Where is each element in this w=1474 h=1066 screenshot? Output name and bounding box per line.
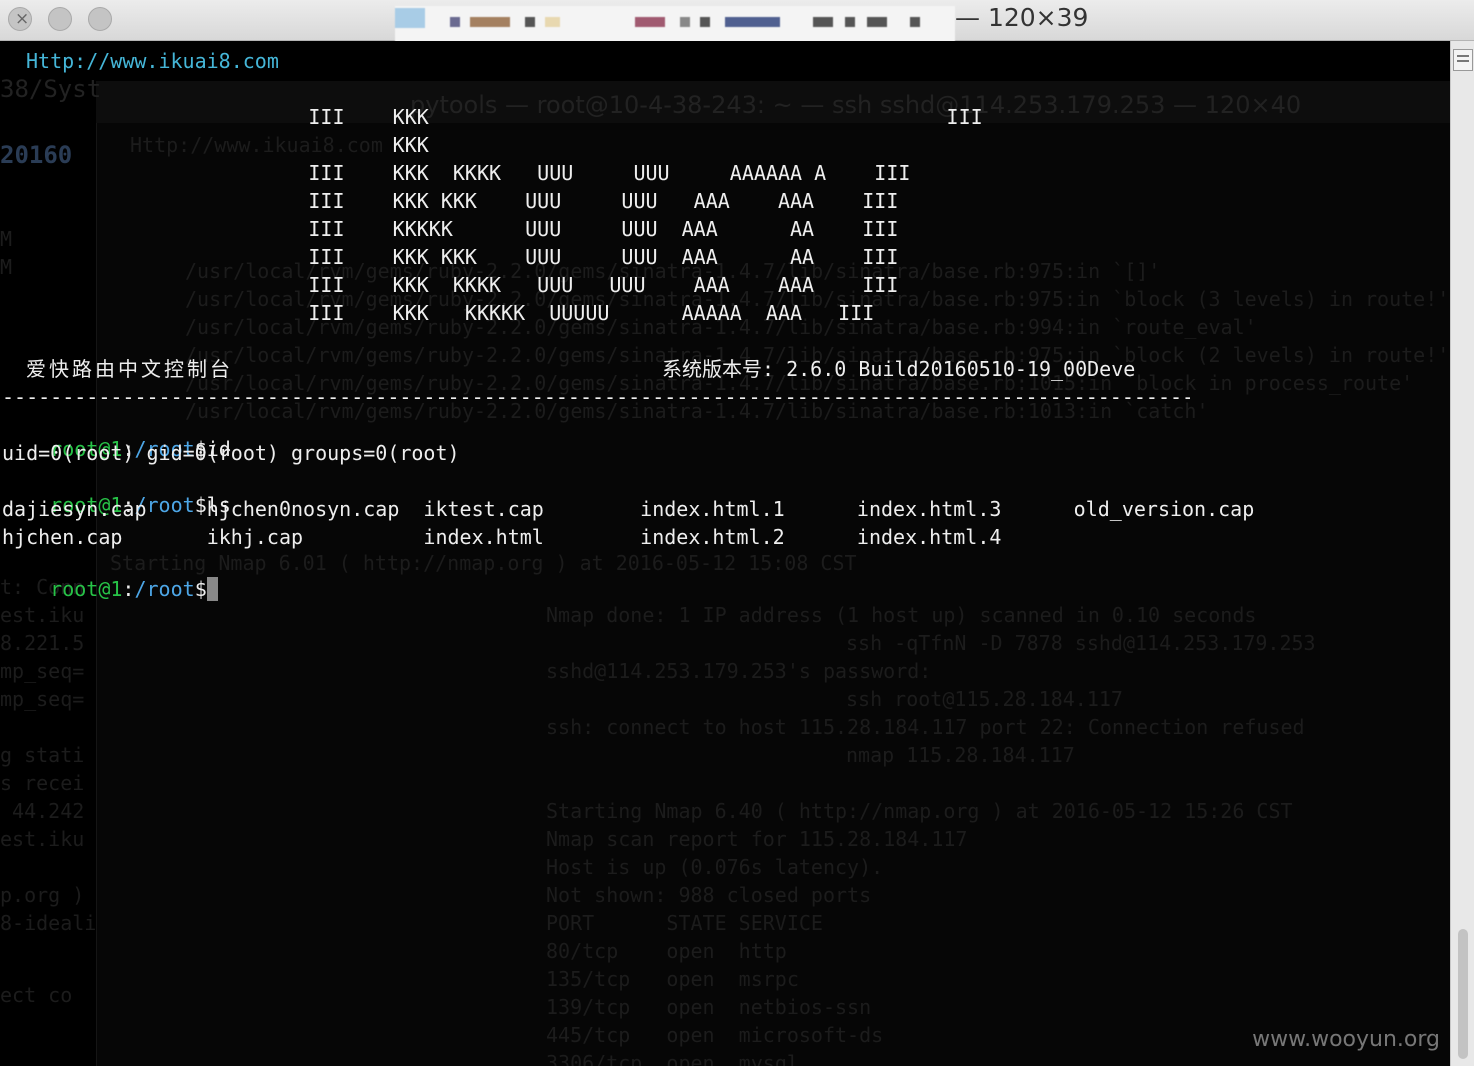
separator-line: ----------------------------------------…	[2, 385, 1190, 409]
window-title: — 120×39	[955, 3, 1089, 32]
close-icon[interactable]	[8, 7, 32, 31]
ls-output-row: dajiesyn.cap hjchen0nosyn.cap iktest.cap…	[2, 497, 1255, 521]
prompt-user: root@1	[50, 577, 123, 601]
console-name: 爱快路由中文控制台	[26, 357, 233, 381]
ascii-banner-line: III KKK KKKKK UUUUU AAAAA AAA III	[200, 301, 875, 325]
ls-output-row: hjchen.cap ikhj.cap index.html index.htm…	[2, 525, 1002, 549]
terminal-viewport[interactable]: pytools — root@10-4-38-243: ~ — ssh sshd…	[0, 41, 1450, 1066]
scroll-menu-icon[interactable]	[1453, 49, 1473, 71]
ascii-banner-line: III KKKKK UUU UUU AAA AA III	[200, 217, 899, 241]
ascii-banner-line: III KKK III	[200, 105, 983, 129]
vertical-scrollbar[interactable]	[1450, 41, 1474, 1066]
folder-icon	[395, 8, 425, 28]
zoom-icon[interactable]	[88, 7, 112, 31]
ascii-banner-line: III KKK KKK UUU UUU AAA AAA III	[200, 189, 899, 213]
window-titlebar: — 120×39	[0, 0, 1474, 44]
text-cursor	[206, 577, 218, 601]
watermark: www.wooyun.org	[1252, 1027, 1440, 1052]
ascii-banner-line: III KKK KKKK UUU UUU AAA AAA III	[200, 273, 899, 297]
scroll-thumb[interactable]	[1458, 929, 1468, 1059]
ascii-banner-line: III KKK KKK UUU UUU AAA AA III	[200, 245, 899, 269]
ascii-banner-line: KKK	[200, 133, 429, 157]
prompt-path: /root	[134, 577, 195, 601]
redacted-title-area	[395, 6, 955, 44]
ascii-banner-line: III KKK KKKK UUU UUU AAAAAA A III	[200, 161, 911, 185]
active-prompt-line[interactable]: root@1:/root$	[2, 553, 218, 625]
command-output: uid=0(root) gid=0(root) groups=0(root)	[2, 441, 460, 465]
minimize-icon[interactable]	[48, 7, 72, 31]
url-line: Http://www.ikuai8.com	[26, 49, 279, 73]
version-text: 系统版本号: 2.6.0 Build20160510-19_00Deve	[662, 357, 1136, 381]
